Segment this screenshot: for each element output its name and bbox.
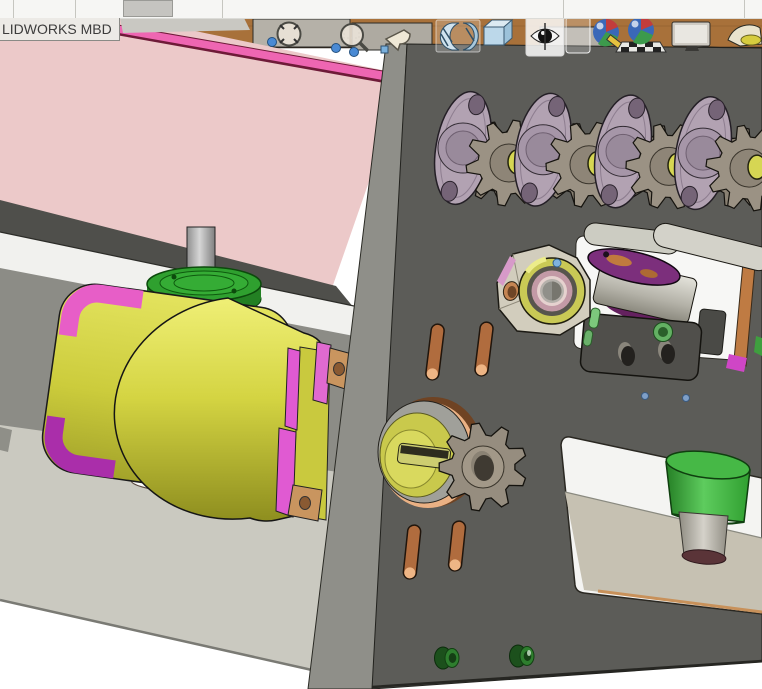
set-screw-dot (552, 258, 562, 268)
display-style-button[interactable] (482, 18, 514, 47)
app-top-bar (0, 0, 762, 19)
shaft-end (747, 154, 762, 180)
motor-mount-tab-bottom (287, 484, 323, 522)
section-view-button[interactable] (435, 19, 481, 53)
toolbar-fragment[interactable] (123, 0, 173, 17)
magnifier-region-icon (340, 23, 364, 47)
tab-separator (13, 0, 14, 18)
solidworks-window: LIDWORKS MBD (0, 0, 762, 689)
roller-shaft[interactable] (678, 511, 729, 566)
3d-viewport[interactable] (0, 0, 762, 689)
tab-separator (75, 0, 76, 18)
tab-separator (222, 0, 223, 18)
tab-separator (744, 0, 745, 18)
pillow-block-bearing[interactable] (496, 244, 591, 336)
tab-solidworks-mbd[interactable]: LIDWORKS MBD (0, 18, 120, 41)
empty-frame-icon (565, 18, 591, 54)
hide-show-items-button[interactable] (525, 16, 565, 57)
roller-window[interactable] (560, 436, 762, 615)
view-orientation-button[interactable] (565, 17, 591, 54)
tab-separator (563, 0, 564, 18)
